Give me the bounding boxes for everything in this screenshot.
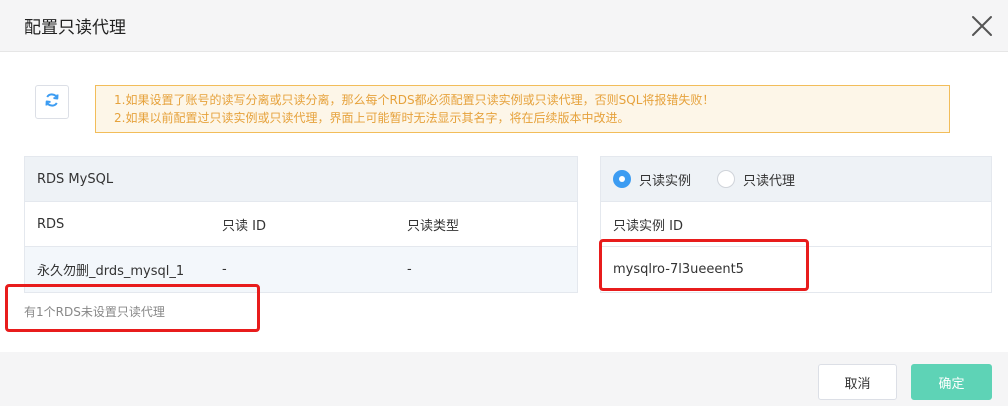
highlight-box-summary — [5, 284, 260, 332]
readonly-mode-selector: 只读实例 只读代理 — [601, 157, 991, 202]
rds-panel: RDS MySQL RDS 只读 ID 只读类型 永久勿删_drds_mysql… — [24, 156, 578, 293]
rds-panel-title: RDS MySQL — [25, 157, 577, 202]
radio-readonly-instance[interactable]: 只读实例 — [613, 170, 691, 189]
warning-notice: 1.如果设置了账号的读写分离或只读分离，那么每个RDS都必须配置只读实例或只读代… — [95, 85, 950, 133]
cancel-button[interactable]: 取消 — [818, 364, 897, 400]
rds-name-cell: 永久勿删_drds_mysql_1 — [37, 264, 185, 279]
close-icon[interactable] — [970, 14, 994, 38]
column-header-readonly-type: 只读类型 — [407, 218, 460, 234]
radio-checked-icon — [613, 170, 631, 188]
radio-unchecked-icon — [717, 170, 736, 188]
column-header-rds: RDS — [37, 216, 65, 232]
column-header-readonly-id: 只读 ID — [222, 218, 266, 234]
refresh-icon — [44, 92, 60, 112]
highlight-box-instance — [599, 239, 809, 291]
radio-label-readonly-instance: 只读实例 — [639, 173, 692, 189]
radio-readonly-proxy[interactable]: 只读代理 — [717, 170, 795, 189]
readonly-type-cell: - — [407, 262, 412, 277]
readonly-id-cell: - — [222, 262, 227, 277]
notice-line-1: 1.如果设置了账号的读写分离或只读分离，那么每个RDS都必须配置只读实例或只读代… — [114, 93, 715, 107]
refresh-button[interactable] — [35, 85, 69, 119]
dialog-header: 配置只读代理 — [0, 0, 1008, 52]
radio-label-readonly-proxy: 只读代理 — [743, 173, 796, 189]
dialog-title: 配置只读代理 — [24, 18, 126, 38]
notice-line-2: 2.如果以前配置过只读实例或只读代理，界面上可能暂时无法显示其名字，将在后续版本… — [114, 111, 630, 125]
table-header: RDS 只读 ID 只读类型 — [25, 202, 577, 247]
confirm-button[interactable]: 确定 — [911, 364, 992, 400]
